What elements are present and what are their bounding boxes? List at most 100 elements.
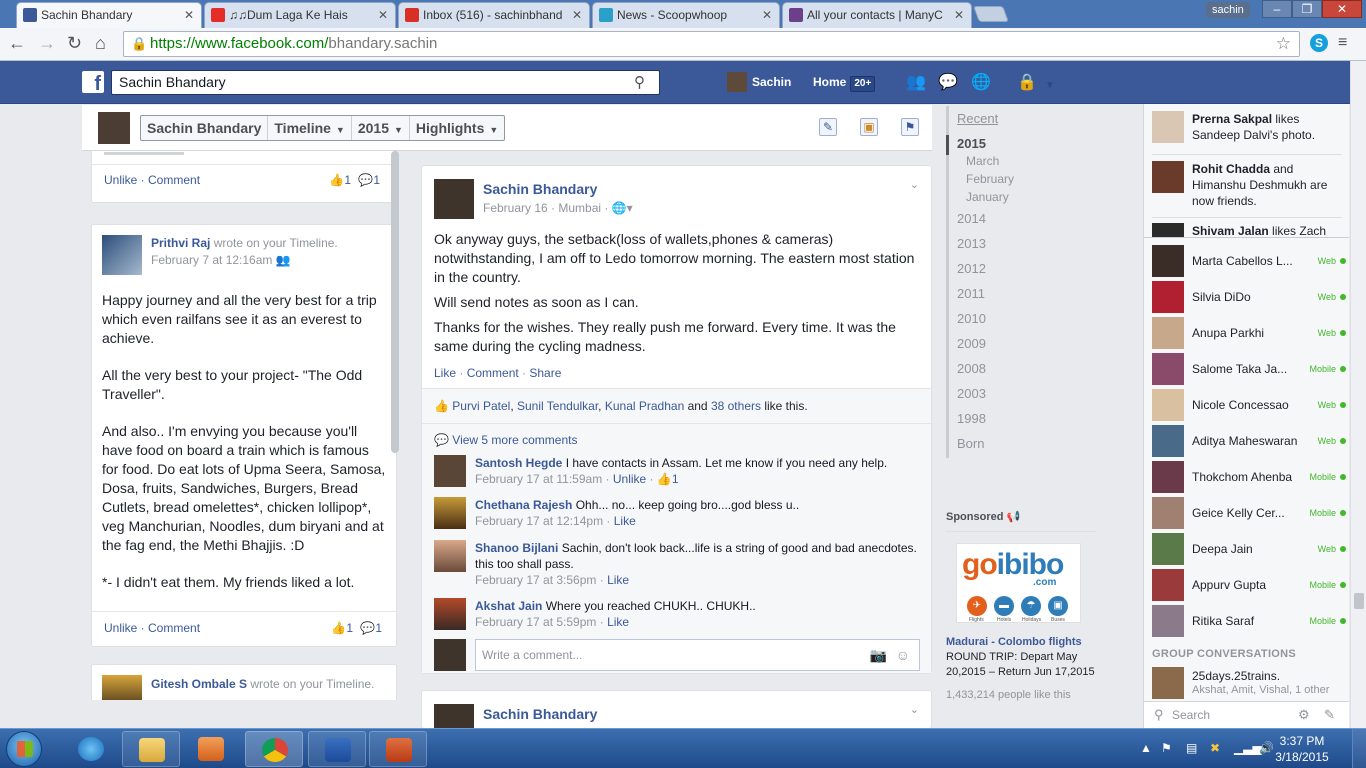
post-options-chevron-icon[interactable]: ⌄ [910,178,919,191]
taskbar-media-player[interactable] [182,731,240,767]
action-center-flag-icon[interactable]: ⚑ [1161,741,1172,755]
camera-icon[interactable]: 📷 [870,640,887,670]
post-author-link[interactable]: Prithvi Raj [151,236,210,250]
messages-icon[interactable]: 💬 [938,74,958,92]
browser-tab[interactable]: Sachin Bhandary ✕ [16,2,202,28]
public-globe-icon[interactable]: 🌐▾ [612,201,633,215]
chat-settings-gear-icon[interactable]: ⚙ [1298,702,1310,728]
system-clock[interactable]: 3:37 PM 3/18/2015 [1262,733,1342,765]
comment-author-link[interactable]: Shanoo Bijlani [475,541,558,555]
photo-icon[interactable]: ▣ [860,118,878,136]
liker-link[interactable]: Kunal Pradhan [605,399,684,413]
life-event-flag-icon[interactable]: ⚑ [901,118,919,136]
browser-tab[interactable]: News - Scoopwhoop ✕ [592,2,780,28]
avatar[interactable] [434,598,466,630]
year-link[interactable]: 2013 [957,236,986,251]
chat-contact[interactable]: Ritika Saraf Mobile [1152,605,1346,637]
search-icon[interactable]: ⚲ [634,71,645,94]
year-link[interactable]: 2012 [957,261,986,276]
comment-time[interactable]: February 17 at 5:59pm [475,615,596,629]
close-tab-icon[interactable]: ✕ [572,3,582,27]
like-thumb-icon[interactable]: 👍 [657,472,672,486]
avatar[interactable] [434,540,466,572]
chat-contact[interactable]: Nicole Concessao Web [1152,389,1346,421]
post-counts[interactable]: 👍1 💬1 [331,621,382,635]
bookmark-star-icon[interactable]: ☆ [1276,32,1291,56]
taskbar-chrome[interactable] [245,731,303,767]
avatar[interactable] [98,112,130,144]
chat-contact[interactable]: Appurv Gupta Mobile [1152,569,1346,601]
account-menu-chevron-icon[interactable]: ▼ [1045,77,1055,95]
avatar[interactable] [102,235,142,275]
year-link[interactable]: 1998 [957,411,986,426]
chat-search-input[interactable]: ⚲ Search ⚙ ✎ [1144,701,1349,728]
chat-contact[interactable]: Aditya Maheswaran Web [1152,425,1346,457]
home-icon[interactable]: ⌂ [95,33,106,53]
comment-author-link[interactable]: Akshat Jain [475,599,542,613]
year-link[interactable]: 2010 [957,311,986,326]
timeline-name-button[interactable]: Sachin Bhandary [141,116,269,140]
like-link[interactable]: Like [607,573,629,587]
skype-extension-icon[interactable]: S [1310,34,1328,52]
comment-time[interactable]: February 17 at 3:56pm [475,573,596,587]
clipboard-icon[interactable]: ▤ [1186,741,1197,755]
signal-strength-icon[interactable]: ▁▃▅ [1234,741,1262,755]
chat-contact[interactable]: Salome Taka Ja... Mobile [1152,353,1346,385]
url-bar[interactable]: 🔒 https://www.facebook.com/bhandary.sach… [123,31,1300,57]
page-scrollbar[interactable] [1350,61,1366,728]
facebook-logo-icon[interactable]: f [82,71,104,93]
chat-contact[interactable]: Anupa Parkhi Web [1152,317,1346,349]
timeline-section-dropdown[interactable]: Timeline ▼ [268,116,352,140]
year-link[interactable]: 2003 [957,386,986,401]
liker-link[interactable]: Sunil Tendulkar [517,399,598,413]
browser-tab[interactable]: Inbox (516) - sachinbhand ✕ [398,2,590,28]
year-link[interactable]: 2008 [957,361,986,376]
profile-link[interactable]: Sachin [727,72,791,92]
like-link[interactable]: Like [434,366,456,380]
ad-title-link[interactable]: Madurai - Colombo flights [946,636,1082,648]
chat-contact[interactable]: Marta Cabellos L... Web [1152,245,1346,277]
close-tab-icon[interactable]: ✕ [762,3,772,27]
facebook-search-input[interactable]: Sachin Bhandary ⚲ [111,70,660,95]
post-options-chevron-icon[interactable]: ⌄ [910,703,919,716]
month-link[interactable]: January [966,190,1009,204]
post-author-link[interactable]: Sachin Bhandary [483,181,597,197]
others-link[interactable]: 38 others [711,399,761,413]
post-actions[interactable]: Unlike · Comment [104,173,200,187]
close-tab-icon[interactable]: ✕ [184,3,194,27]
ticker-chat-divider[interactable] [1144,237,1349,238]
close-tab-icon[interactable]: ✕ [954,3,964,27]
post-actions[interactable]: Unlike · Comment [104,621,200,635]
post-timestamp[interactable]: February 7 at 12:16am 👥 [151,253,291,267]
browser-profile-badge[interactable]: sachin [1206,2,1250,18]
like-link[interactable]: Like [607,615,629,629]
liker-link[interactable]: Purvi Patel [452,399,510,413]
year-link-current[interactable]: 2015 [957,136,986,151]
network-warning-icon[interactable]: ✖ [1210,741,1220,755]
privacy-shortcuts-icon[interactable]: 🔒 [1017,74,1037,92]
chat-contact[interactable]: Silvia DiDo Web [1152,281,1346,313]
chat-contact[interactable]: Thokchom Ahenba Mobile [1152,461,1346,493]
tray-expand-icon[interactable]: ▲ [1140,741,1152,755]
maximize-button[interactable]: ❐ [1292,0,1322,18]
emoji-icon[interactable]: ☺ [896,640,910,670]
month-link[interactable]: February [966,172,1014,186]
group-conversation-item[interactable]: 25days.25trains. Akshat, Amit, Vishal, 1… [1152,667,1346,703]
avatar[interactable] [434,704,474,729]
taskbar-word[interactable] [308,731,366,767]
post-author-link[interactable]: Gitesh Ombale S [151,677,247,691]
scrollbar-thumb[interactable] [1354,593,1364,609]
comment-time[interactable]: February 17 at 12:14pm [475,514,603,528]
year-link[interactable]: 2009 [957,336,986,351]
reload-icon[interactable]: ↻ [67,33,82,53]
unlike-link[interactable]: Unlike [613,472,646,486]
post-counts[interactable]: 👍1 💬1 [329,173,380,187]
view-more-comments-link[interactable]: 💬 View 5 more comments [434,433,577,447]
avatar[interactable] [434,455,466,487]
ad-image[interactable]: goibibo .com ✈ ▬ ☂ ▣ Flights Hotels Holi… [956,543,1081,623]
year-link[interactable]: 2014 [957,211,986,226]
forward-arrow-icon[interactable]: → [38,33,56,53]
year-link[interactable]: 2011 [957,286,985,301]
taskbar-powerpoint[interactable] [369,731,427,767]
show-desktop-button[interactable] [1352,729,1366,768]
